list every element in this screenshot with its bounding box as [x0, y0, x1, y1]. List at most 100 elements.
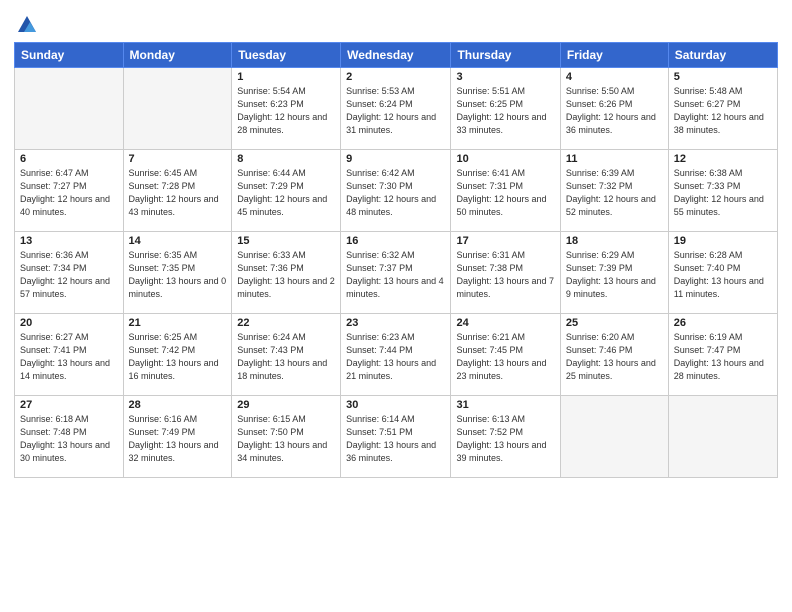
calendar-cell: 25 Sunrise: 6:20 AMSunset: 7:46 PMDayligh…	[560, 314, 668, 396]
day-number: 3	[456, 71, 554, 83]
day-info: Sunrise: 6:15 AMSunset: 7:50 PMDaylight:…	[237, 413, 335, 465]
day-number: 18	[566, 235, 663, 247]
week-row-5: 27Sunrise: 6:18 AMSunset: 7:48 PMDayligh…	[15, 396, 778, 478]
calendar-cell: 13 Sunrise: 6:36 AMSunset: 7:34 PMDayligh…	[15, 232, 124, 314]
day-info: Sunrise: 5:53 AMSunset: 6:24 PMDaylight:…	[346, 85, 445, 137]
day-info: Sunrise: 6:47 AMSunset: 7:27 PMDaylight:…	[20, 167, 118, 219]
week-row-1: 1 Sunrise: 5:54 AMSunset: 6:23 PMDaylight…	[15, 68, 778, 150]
day-number: 16	[346, 235, 445, 247]
day-info: Sunrise: 6:36 AMSunset: 7:34 PMDaylight:…	[20, 249, 118, 301]
day-header-tuesday: Tuesday	[232, 43, 341, 68]
day-info: Sunrise: 5:48 AMSunset: 6:27 PMDaylight:…	[674, 85, 772, 137]
day-info: Sunrise: 6:31 AMSunset: 7:38 PMDaylight:…	[456, 249, 554, 301]
logo-icon	[16, 14, 38, 36]
calendar-table: SundayMondayTuesdayWednesdayThursdayFrid…	[14, 42, 778, 478]
day-number: 26	[674, 317, 772, 329]
day-info: Sunrise: 6:33 AMSunset: 7:36 PMDaylight:…	[237, 249, 335, 301]
day-info: Sunrise: 6:14 AMSunset: 7:51 PMDaylight:…	[346, 413, 445, 465]
day-info: Sunrise: 6:39 AMSunset: 7:32 PMDaylight:…	[566, 167, 663, 219]
day-number: 6	[20, 153, 118, 165]
day-number: 14	[129, 235, 227, 247]
day-header-saturday: Saturday	[668, 43, 777, 68]
calendar-cell: 3Sunrise: 5:51 AMSunset: 6:25 PMDaylight…	[451, 68, 560, 150]
day-info: Sunrise: 6:27 AMSunset: 7:41 PMDaylight:…	[20, 331, 118, 383]
calendar-cell: 15 Sunrise: 6:33 AMSunset: 7:36 PMDayligh…	[232, 232, 341, 314]
day-header-friday: Friday	[560, 43, 668, 68]
day-number: 7	[129, 153, 227, 165]
calendar-cell	[668, 396, 777, 478]
calendar-cell: 6 Sunrise: 6:47 AMSunset: 7:27 PMDaylight…	[15, 150, 124, 232]
day-number: 29	[237, 399, 335, 411]
day-info: Sunrise: 6:21 AMSunset: 7:45 PMDaylight:…	[456, 331, 554, 383]
calendar-cell: 16 Sunrise: 6:32 AMSunset: 7:37 PMDayligh…	[341, 232, 451, 314]
calendar-cell: 29 Sunrise: 6:15 AMSunset: 7:50 PMDayligh…	[232, 396, 341, 478]
day-number: 11	[566, 153, 663, 165]
day-info: Sunrise: 6:42 AMSunset: 7:30 PMDaylight:…	[346, 167, 445, 219]
day-header-thursday: Thursday	[451, 43, 560, 68]
day-number: 1	[237, 71, 335, 83]
day-info: Sunrise: 6:45 AMSunset: 7:28 PMDaylight:…	[129, 167, 227, 219]
calendar-cell: 20 Sunrise: 6:27 AMSunset: 7:41 PMDayligh…	[15, 314, 124, 396]
day-info: Sunrise: 6:18 AMSunset: 7:48 PMDaylight:…	[20, 413, 118, 465]
day-info: Sunrise: 6:23 AMSunset: 7:44 PMDaylight:…	[346, 331, 445, 383]
day-number: 15	[237, 235, 335, 247]
day-number: 31	[456, 399, 554, 411]
page: SundayMondayTuesdayWednesdayThursdayFrid…	[0, 0, 792, 612]
calendar-cell: 23 Sunrise: 6:23 AMSunset: 7:44 PMDayligh…	[341, 314, 451, 396]
calendar-cell: 27Sunrise: 6:18 AMSunset: 7:48 PMDayligh…	[15, 396, 124, 478]
day-info: Sunrise: 6:19 AMSunset: 7:47 PMDaylight:…	[674, 331, 772, 383]
calendar-cell: 7 Sunrise: 6:45 AMSunset: 7:28 PMDaylight…	[123, 150, 232, 232]
calendar-cell: 19 Sunrise: 6:28 AMSunset: 7:40 PMDayligh…	[668, 232, 777, 314]
day-info: Sunrise: 6:41 AMSunset: 7:31 PMDaylight:…	[456, 167, 554, 219]
header	[14, 10, 778, 36]
calendar-cell: 21Sunrise: 6:25 AMSunset: 7:42 PMDayligh…	[123, 314, 232, 396]
calendar-cell: 12Sunrise: 6:38 AMSunset: 7:33 PMDayligh…	[668, 150, 777, 232]
calendar-cell: 5 Sunrise: 5:48 AMSunset: 6:27 PMDaylight…	[668, 68, 777, 150]
day-header-monday: Monday	[123, 43, 232, 68]
day-number: 25	[566, 317, 663, 329]
calendar-cell: 17 Sunrise: 6:31 AMSunset: 7:38 PMDayligh…	[451, 232, 560, 314]
calendar-cell: 22 Sunrise: 6:24 AMSunset: 7:43 PMDayligh…	[232, 314, 341, 396]
day-number: 9	[346, 153, 445, 165]
week-row-4: 20 Sunrise: 6:27 AMSunset: 7:41 PMDayligh…	[15, 314, 778, 396]
day-number: 13	[20, 235, 118, 247]
day-info: Sunrise: 5:54 AMSunset: 6:23 PMDaylight:…	[237, 85, 335, 137]
calendar-cell: 28Sunrise: 6:16 AMSunset: 7:49 PMDayligh…	[123, 396, 232, 478]
day-number: 23	[346, 317, 445, 329]
calendar-cell: 14 Sunrise: 6:35 AMSunset: 7:35 PMDayligh…	[123, 232, 232, 314]
day-number: 22	[237, 317, 335, 329]
calendar-cell: 24Sunrise: 6:21 AMSunset: 7:45 PMDayligh…	[451, 314, 560, 396]
calendar-cell: 18 Sunrise: 6:29 AMSunset: 7:39 PMDayligh…	[560, 232, 668, 314]
day-info: Sunrise: 6:32 AMSunset: 7:37 PMDaylight:…	[346, 249, 445, 301]
day-number: 21	[129, 317, 227, 329]
day-number: 10	[456, 153, 554, 165]
day-info: Sunrise: 6:29 AMSunset: 7:39 PMDaylight:…	[566, 249, 663, 301]
calendar-cell: 31Sunrise: 6:13 AMSunset: 7:52 PMDayligh…	[451, 396, 560, 478]
day-number: 19	[674, 235, 772, 247]
calendar-cell: 8Sunrise: 6:44 AMSunset: 7:29 PMDaylight…	[232, 150, 341, 232]
calendar-cell: 26 Sunrise: 6:19 AMSunset: 7:47 PMDayligh…	[668, 314, 777, 396]
calendar-cell: 11 Sunrise: 6:39 AMSunset: 7:32 PMDayligh…	[560, 150, 668, 232]
calendar-cell: 9 Sunrise: 6:42 AMSunset: 7:30 PMDaylight…	[341, 150, 451, 232]
day-info: Sunrise: 6:28 AMSunset: 7:40 PMDaylight:…	[674, 249, 772, 301]
day-number: 2	[346, 71, 445, 83]
calendar-cell: 2 Sunrise: 5:53 AMSunset: 6:24 PMDaylight…	[341, 68, 451, 150]
day-header-row: SundayMondayTuesdayWednesdayThursdayFrid…	[15, 43, 778, 68]
day-info: Sunrise: 6:24 AMSunset: 7:43 PMDaylight:…	[237, 331, 335, 383]
day-number: 8	[237, 153, 335, 165]
day-number: 5	[674, 71, 772, 83]
day-number: 28	[129, 399, 227, 411]
day-number: 20	[20, 317, 118, 329]
day-info: Sunrise: 6:20 AMSunset: 7:46 PMDaylight:…	[566, 331, 663, 383]
calendar-cell: 1 Sunrise: 5:54 AMSunset: 6:23 PMDaylight…	[232, 68, 341, 150]
day-number: 17	[456, 235, 554, 247]
week-row-2: 6 Sunrise: 6:47 AMSunset: 7:27 PMDaylight…	[15, 150, 778, 232]
day-number: 30	[346, 399, 445, 411]
calendar-cell: 4Sunrise: 5:50 AMSunset: 6:26 PMDaylight…	[560, 68, 668, 150]
calendar-cell: 10 Sunrise: 6:41 AMSunset: 7:31 PMDayligh…	[451, 150, 560, 232]
day-info: Sunrise: 5:50 AMSunset: 6:26 PMDaylight:…	[566, 85, 663, 137]
day-info: Sunrise: 6:35 AMSunset: 7:35 PMDaylight:…	[129, 249, 227, 301]
logo	[14, 14, 38, 36]
day-info: Sunrise: 6:38 AMSunset: 7:33 PMDaylight:…	[674, 167, 772, 219]
day-header-sunday: Sunday	[15, 43, 124, 68]
